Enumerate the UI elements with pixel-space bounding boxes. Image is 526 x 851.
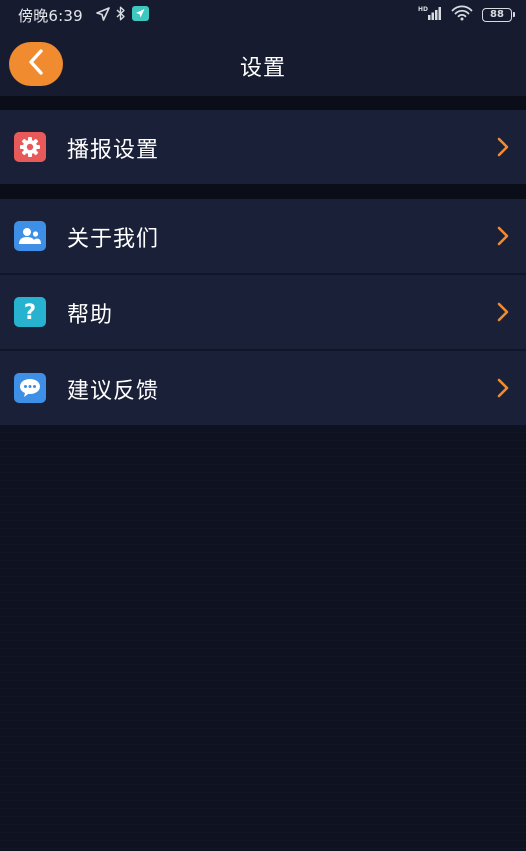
chat-bubble-icon <box>14 373 46 403</box>
gear-icon <box>14 132 46 162</box>
chevron-right-icon <box>496 136 510 158</box>
menu-item-broadcast-settings[interactable]: 播报设置 <box>0 110 526 184</box>
svg-text:?: ? <box>24 300 36 324</box>
svg-text:HD: HD <box>418 6 428 13</box>
section-separator <box>0 96 526 110</box>
chevron-right-icon <box>496 301 510 323</box>
chevron-right-icon <box>496 377 510 399</box>
menu-item-about-us[interactable]: 关于我们 <box>0 199 526 273</box>
status-right-icons: HD 88 <box>418 5 515 25</box>
chevron-right-icon <box>496 225 510 247</box>
nav-bar: 设置 <box>0 30 526 96</box>
status-bar: 傍晚6:39 HD 88 <box>0 0 526 30</box>
status-left-icons <box>96 6 149 25</box>
question-icon: ? <box>14 297 46 327</box>
status-time: 傍晚6:39 <box>18 7 83 25</box>
settings-screen: 傍晚6:39 HD 88 设置 播报设置 关于我们 ? 帮助 建议反馈 <box>0 0 526 851</box>
menu-item-label: 帮助 <box>67 303 114 328</box>
menu-item-label: 播报设置 <box>67 138 160 163</box>
section-separator <box>0 184 526 199</box>
menu-item-help[interactable]: ? 帮助 <box>0 275 526 349</box>
page-title: 设置 <box>239 56 286 81</box>
menu-item-label: 建议反馈 <box>67 379 160 404</box>
battery-icon: 88 <box>482 8 515 22</box>
menu-item-feedback[interactable]: 建议反馈 <box>0 351 526 425</box>
location-arrow-icon <box>96 6 110 25</box>
menu-item-label: 关于我们 <box>67 227 160 252</box>
signal-icon: HD <box>418 5 442 25</box>
people-icon <box>14 221 46 251</box>
app-notification-icon <box>132 6 149 25</box>
bluetooth-icon <box>116 6 126 25</box>
wifi-icon <box>451 5 473 25</box>
